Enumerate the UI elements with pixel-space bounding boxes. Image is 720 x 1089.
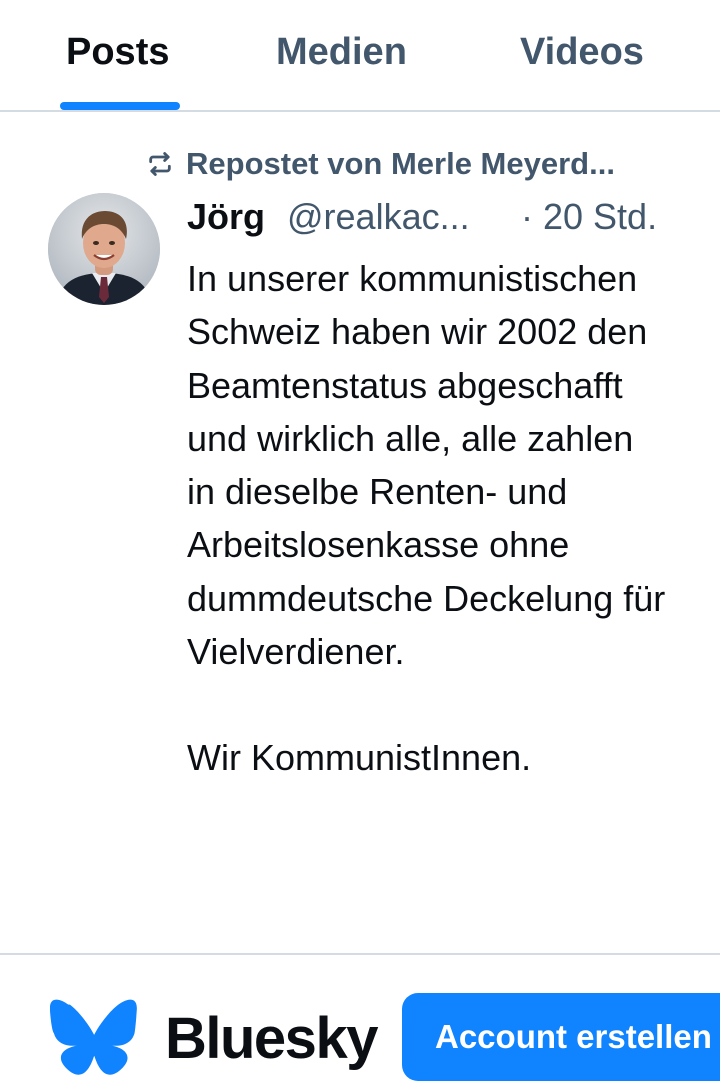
author-handle[interactable]: @realkac... — [287, 196, 470, 238]
profile-page: Posts Medien Videos Repostet von Merle M… — [0, 0, 720, 1089]
bluesky-wordmark: Bluesky — [165, 1006, 378, 1071]
tab-videos[interactable]: Videos — [520, 28, 644, 76]
tab-posts[interactable]: Posts — [66, 28, 169, 76]
profile-tabs: Posts Medien Videos — [0, 0, 720, 112]
post-paragraph: Wir KommunistInnen. — [187, 737, 532, 779]
signup-banner: Bluesky Account erstellen — [0, 953, 720, 1089]
repost-line[interactable]: Repostet von Merle Meyerd... — [146, 144, 615, 184]
avatar-image — [48, 193, 160, 305]
author-name[interactable]: Jörg — [187, 196, 265, 238]
post-paragraph: In unserer kommunistischen Schweiz haben… — [187, 258, 666, 673]
create-account-button[interactable]: Account erstellen — [402, 993, 720, 1081]
repost-icon — [149, 152, 171, 176]
post-timestamp[interactable]: · 20 Std. — [521, 196, 657, 238]
active-tab-indicator — [60, 102, 180, 110]
avatar[interactable] — [48, 193, 160, 305]
post-header: Jörg @realkac... · 20 Std. — [187, 196, 687, 240]
post-text[interactable]: In unserer kommunistischen Schweiz haben… — [187, 252, 667, 785]
tab-medien[interactable]: Medien — [276, 28, 407, 76]
bluesky-butterfly-icon[interactable] — [50, 998, 138, 1076]
repost-text[interactable]: Repostet von Merle Meyerd... — [186, 146, 615, 182]
